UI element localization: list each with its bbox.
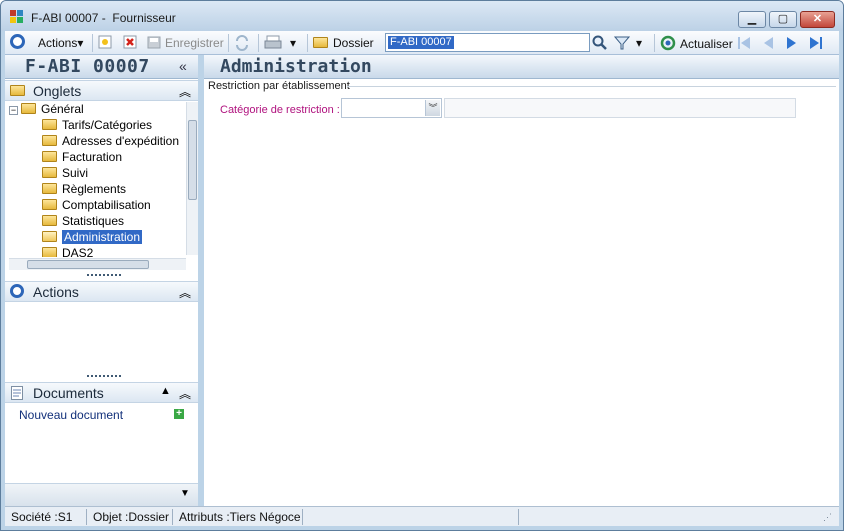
previous-record-icon[interactable] bbox=[761, 36, 775, 50]
collapse-section-icon[interactable]: ︽ bbox=[179, 284, 191, 301]
collapse-sidebar-icon[interactable]: « bbox=[179, 58, 187, 74]
first-record-icon[interactable] bbox=[737, 36, 751, 50]
status-company: Société :S1 bbox=[7, 509, 87, 525]
actions-icon bbox=[10, 284, 24, 298]
minimize-button[interactable]: ▁ bbox=[738, 11, 766, 28]
collapse-section-icon[interactable]: ︽ bbox=[179, 385, 191, 402]
main-header: Administration bbox=[204, 55, 839, 79]
tree-item-das2[interactable]: DAS2 bbox=[42, 246, 93, 257]
collapse-section-icon[interactable]: ︽ bbox=[179, 83, 191, 100]
sync-icon[interactable] bbox=[234, 35, 250, 51]
search-input[interactable]: F-ABI 00007 bbox=[385, 33, 590, 52]
collapse-up-icon[interactable]: ▲ bbox=[160, 385, 171, 397]
toolbar: Actions▾ Enregistrer ▾ Dossier F-ABI 000… bbox=[5, 31, 839, 55]
tabs-tree: − Général Tarifs/Catégories Adresses d'ex… bbox=[9, 102, 187, 257]
tree-item-facturation[interactable]: Facturation bbox=[42, 150, 122, 165]
new-icon[interactable] bbox=[98, 35, 112, 51]
tree-item-comptabilisation[interactable]: Comptabilisation bbox=[42, 198, 151, 213]
save-button[interactable]: Enregistrer bbox=[147, 35, 224, 51]
tree-item-adresses[interactable]: Adresses d'expédition bbox=[42, 134, 179, 149]
tree-item-suivi[interactable]: Suivi bbox=[42, 166, 88, 181]
group-divider bbox=[347, 86, 836, 87]
print-icon[interactable] bbox=[264, 35, 284, 51]
print-dropdown-icon[interactable]: ▾ bbox=[290, 35, 296, 51]
document-icon bbox=[11, 386, 23, 400]
tree-item-administration[interactable]: Administration bbox=[42, 230, 143, 245]
window-title: F-ABI 00007 - Fournisseur bbox=[31, 11, 176, 25]
actions-menu-button[interactable]: Actions▾ bbox=[38, 35, 83, 51]
app-window: F-ABI 00007 - Fournisseur ▁ ▢ ✕ Actions▾… bbox=[0, 0, 844, 531]
restriction-category-select[interactable]: ︾ bbox=[341, 98, 442, 118]
delete-icon[interactable] bbox=[123, 35, 137, 51]
dossier-button[interactable]: Dossier bbox=[313, 35, 374, 51]
sidebar-header: F-ABI 00007 « bbox=[5, 55, 198, 79]
app-icon bbox=[10, 10, 24, 24]
tree-item-statistiques[interactable]: Statistiques bbox=[42, 214, 124, 229]
tree-item-tarifs[interactable]: Tarifs/Catégories bbox=[42, 118, 152, 133]
filter-icon[interactable] bbox=[613, 35, 631, 51]
sidebar: F-ABI 00007 « Onglets ︽ − Général Tarifs/… bbox=[5, 55, 198, 506]
scroll-down-icon[interactable]: ▼ bbox=[180, 488, 190, 499]
tree-node-general[interactable]: − Général bbox=[9, 102, 84, 117]
tree-horizontal-scrollbar[interactable] bbox=[9, 258, 186, 270]
status-panel-empty bbox=[521, 509, 821, 525]
status-bar: Société :S1 Objet :Dossier Attributs :Ti… bbox=[5, 506, 839, 526]
group-title: Restriction par établissement bbox=[208, 80, 350, 92]
actions-section-header[interactable]: Actions ︽ bbox=[5, 281, 198, 302]
title-bar: F-ABI 00007 - Fournisseur ▁ ▢ ✕ bbox=[1, 1, 843, 31]
documents-section-header[interactable]: Documents ▲ ︽ bbox=[5, 382, 198, 403]
restriction-category-label: Catégorie de restriction : bbox=[220, 104, 340, 116]
status-attributes: Attributs :Tiers Négoce bbox=[175, 509, 303, 525]
options-icon[interactable] bbox=[10, 34, 25, 50]
folder-icon bbox=[10, 85, 25, 96]
tree-vertical-scrollbar[interactable] bbox=[186, 102, 198, 255]
resize-grip-icon[interactable]: ⋰ bbox=[823, 512, 832, 523]
tree-item-reglements[interactable]: Règlements bbox=[42, 182, 126, 197]
sidebar-footer: ▼ bbox=[5, 483, 198, 506]
record-code: F-ABI 00007 bbox=[25, 56, 150, 77]
close-button[interactable]: ✕ bbox=[800, 11, 835, 28]
refresh-button[interactable]: Actualiser bbox=[660, 35, 733, 51]
filter-dropdown-icon[interactable]: ▾ bbox=[636, 35, 642, 51]
search-icon[interactable] bbox=[592, 35, 608, 51]
new-document-link[interactable]: Nouveau document bbox=[19, 408, 123, 422]
page-title: Administration bbox=[220, 56, 372, 77]
next-record-icon[interactable] bbox=[785, 36, 799, 50]
add-icon[interactable]: + bbox=[174, 409, 184, 419]
restriction-category-description bbox=[444, 98, 796, 118]
dropdown-icon[interactable]: ︾ bbox=[425, 100, 440, 116]
main-panel: Administration Restriction par établisse… bbox=[204, 55, 839, 506]
status-panel-empty bbox=[305, 509, 519, 525]
status-object: Objet :Dossier bbox=[89, 509, 173, 525]
resize-grip[interactable] bbox=[87, 274, 121, 277]
resize-grip[interactable] bbox=[87, 375, 121, 378]
onglets-section-header[interactable]: Onglets ︽ bbox=[5, 80, 198, 101]
last-record-icon[interactable] bbox=[809, 36, 823, 50]
maximize-button[interactable]: ▢ bbox=[769, 11, 797, 28]
